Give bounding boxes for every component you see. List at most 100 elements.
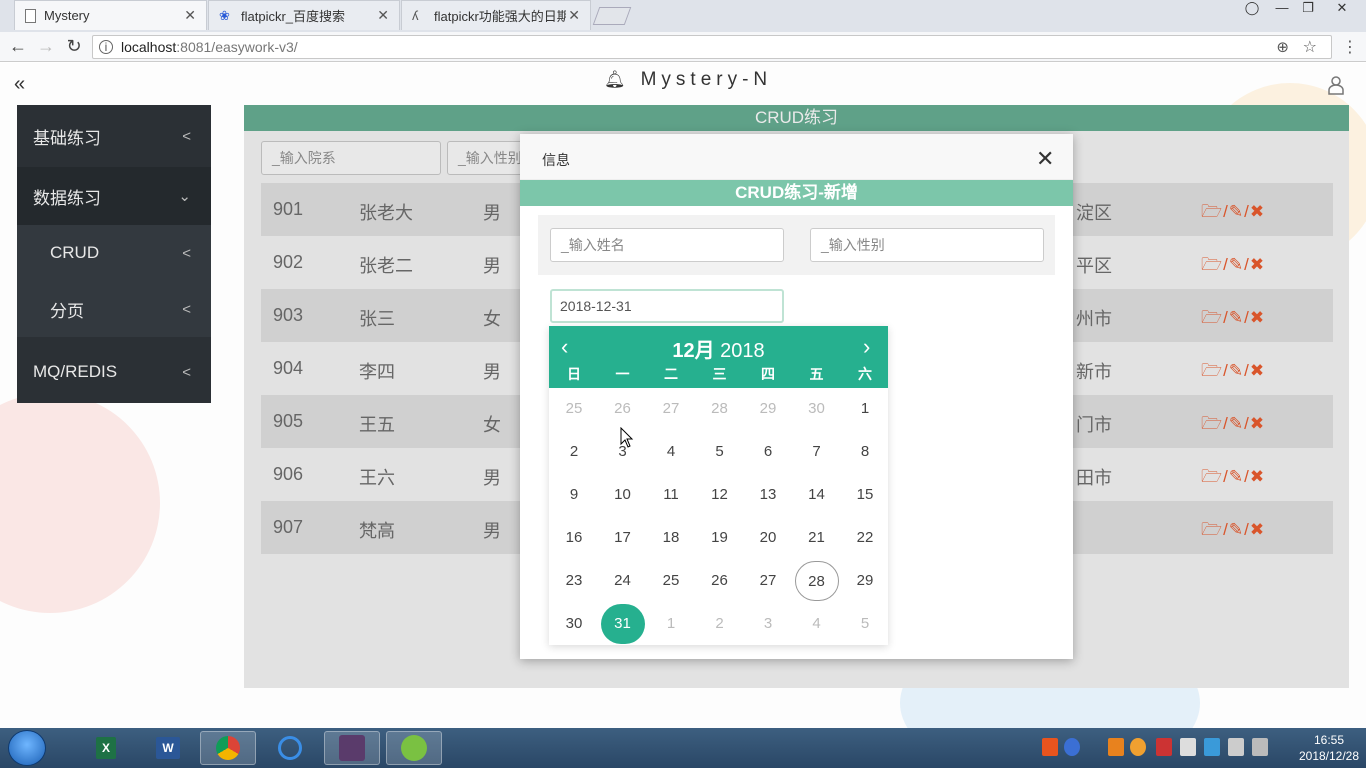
delete-icon[interactable]: ✖	[1250, 467, 1265, 486]
edit-icon[interactable]: ✎	[1229, 361, 1244, 380]
profile-icon[interactable]: ◯	[1238, 0, 1266, 18]
folder-open-icon[interactable]: 🗁	[1201, 255, 1223, 274]
eclipse-javaee-icon[interactable]	[324, 731, 380, 765]
forward-icon[interactable]: →	[36, 36, 56, 57]
browser-tab-flatpickr[interactable]: ʎ flatpickr功能强大的日期 ✕	[401, 0, 591, 30]
folder-open-icon[interactable]: 🗁	[1201, 520, 1223, 539]
zoom-icon[interactable]: ⊕	[1276, 38, 1289, 56]
calendar-day[interactable]: 3	[746, 604, 790, 644]
calendar-day[interactable]: 31	[600, 604, 645, 644]
delete-icon[interactable]: ✖	[1250, 202, 1265, 221]
calendar-day[interactable]: 26	[698, 561, 742, 601]
user-icon[interactable]	[1326, 75, 1346, 95]
calendar-day[interactable]: 10	[601, 475, 645, 515]
close-tab-icon[interactable]: ✕	[377, 7, 389, 24]
calendar-day[interactable]: 16	[552, 518, 596, 558]
volume-icon[interactable]	[1228, 738, 1244, 756]
tray-icon[interactable]	[1156, 738, 1172, 756]
info-icon[interactable]: i	[99, 40, 113, 54]
calendar-day[interactable]: 29	[843, 561, 887, 601]
help-icon[interactable]	[1064, 738, 1080, 756]
calendar-day[interactable]: 25	[552, 389, 596, 429]
close-icon[interactable]: ✕	[1036, 146, 1054, 172]
calendar-day[interactable]: 18	[649, 518, 693, 558]
calendar-day[interactable]: 29	[746, 389, 790, 429]
app-icon[interactable]	[386, 731, 442, 765]
delete-icon[interactable]: ✖	[1250, 308, 1265, 327]
network-icon[interactable]	[1204, 738, 1220, 756]
calendar-day[interactable]: 6	[746, 432, 790, 472]
system-clock[interactable]: 16:55 2018/12/28	[1296, 732, 1362, 764]
calendar-day[interactable]: 24	[601, 561, 645, 601]
calendar-day[interactable]: 21	[795, 518, 839, 558]
signal-icon[interactable]	[1252, 738, 1268, 756]
calendar-day[interactable]: 5	[698, 432, 742, 472]
delete-icon[interactable]: ✖	[1250, 520, 1265, 539]
back-icon[interactable]: ←	[8, 36, 28, 57]
calendar-day[interactable]: 4	[649, 432, 693, 472]
windows-start-icon[interactable]	[8, 730, 46, 766]
folder-open-icon[interactable]: 🗁	[1201, 308, 1223, 327]
chrome-icon[interactable]	[200, 731, 256, 765]
speaker-icon[interactable]	[1180, 738, 1196, 756]
close-tab-icon[interactable]: ✕	[184, 7, 196, 24]
sidebar-item-data[interactable]: 数据练习 ⌄	[17, 167, 211, 225]
calendar-day[interactable]: 23	[552, 561, 596, 601]
folder-open-icon[interactable]: 🗁	[1201, 414, 1223, 433]
calendar-day[interactable]: 28	[698, 389, 742, 429]
calendar-day[interactable]: 7	[795, 432, 839, 472]
calendar-day[interactable]: 22	[843, 518, 887, 558]
browser-tab-mystery[interactable]: Mystery ✕	[14, 0, 207, 30]
excel-icon[interactable]: X	[78, 731, 134, 765]
department-filter-input[interactable]: _输入院系	[261, 141, 441, 175]
calendar-year[interactable]: 2018	[720, 340, 765, 362]
gender-input[interactable]: _输入性别	[810, 228, 1044, 262]
reload-icon[interactable]: ↻	[64, 36, 84, 57]
calendar-day[interactable]: 30	[795, 389, 839, 429]
sidebar-item-paging[interactable]: 分页 <	[17, 281, 211, 337]
calendar-day[interactable]: 13	[746, 475, 790, 515]
calendar-day[interactable]: 20	[746, 518, 790, 558]
collapse-sidebar-icon[interactable]: «	[14, 73, 25, 96]
bookmark-star-icon[interactable]: ☆	[1303, 37, 1317, 57]
calendar-day[interactable]: 15	[843, 475, 887, 515]
calendar-day[interactable]: 12	[698, 475, 742, 515]
calendar-day[interactable]: 27	[746, 561, 790, 601]
tray-icon[interactable]	[1108, 738, 1124, 756]
folder-open-icon[interactable]: 🗁	[1201, 467, 1223, 486]
sidebar-item-basic[interactable]: 基础练习 <	[17, 105, 211, 167]
new-tab-button[interactable]	[592, 7, 632, 25]
calendar-day[interactable]: 19	[698, 518, 742, 558]
url-field[interactable]: i localhost :8081/easywork-v3/ ⊕ ☆	[92, 35, 1332, 59]
browser-menu-icon[interactable]: ⋮	[1342, 37, 1358, 57]
edit-icon[interactable]: ✎	[1229, 467, 1244, 486]
next-month-icon[interactable]: ›	[863, 334, 870, 360]
close-tab-icon[interactable]: ✕	[568, 7, 580, 24]
minimize-icon[interactable]: —	[1268, 0, 1296, 18]
calendar-day[interactable]: 17	[601, 518, 645, 558]
calendar-day[interactable]: 1	[649, 604, 693, 644]
date-input[interactable]: 2018-12-31	[550, 289, 784, 323]
calendar-day[interactable]: 4	[795, 604, 839, 644]
calendar-day[interactable]: 27	[649, 389, 693, 429]
calendar-day[interactable]: 8	[843, 432, 887, 472]
edit-icon[interactable]: ✎	[1229, 255, 1244, 274]
calendar-day[interactable]: 1	[843, 389, 887, 429]
name-input[interactable]: _输入姓名	[550, 228, 784, 262]
calendar-day[interactable]: 2	[698, 604, 742, 644]
folder-open-icon[interactable]: 🗁	[1201, 202, 1223, 221]
calendar-day[interactable]: 30	[552, 604, 596, 644]
sidebar-item-crud[interactable]: CRUD <	[17, 225, 211, 281]
calendar-day[interactable]: 5	[843, 604, 887, 644]
browser-tab-baidu[interactable]: ❀ flatpickr_百度搜索 ✕	[208, 0, 400, 30]
edit-icon[interactable]: ✎	[1229, 202, 1244, 221]
sidebar-item-mq-redis[interactable]: MQ/REDIS <	[17, 341, 211, 403]
folder-open-icon[interactable]: 🗁	[1201, 361, 1223, 380]
delete-icon[interactable]: ✖	[1250, 414, 1265, 433]
calendar-month[interactable]: 12月	[672, 340, 714, 362]
delete-icon[interactable]: ✖	[1250, 361, 1265, 380]
calendar-day[interactable]: 11	[649, 475, 693, 515]
calendar-day[interactable]: 9	[552, 475, 596, 515]
calendar-day[interactable]: 25	[649, 561, 693, 601]
window-close-icon[interactable]: ✕	[1328, 0, 1356, 18]
